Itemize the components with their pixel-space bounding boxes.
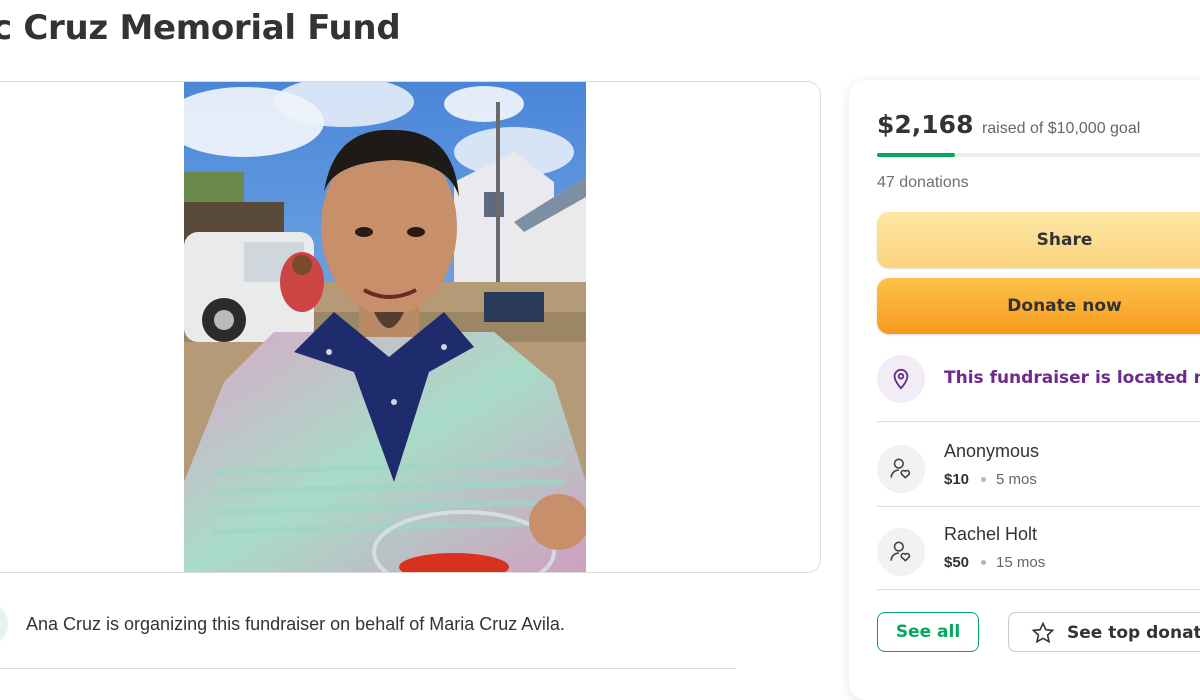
raised-summary: $2,168 raised of $10,000 goal: [877, 110, 1140, 139]
campaign-photo-illustration: [184, 82, 586, 572]
raised-amount: $2,168: [877, 110, 974, 139]
donor-meta: $50 15 mos: [944, 554, 1045, 571]
donor-item: Anonymous $10 5 mos: [877, 441, 1200, 501]
donor-name: Anonymous: [944, 441, 1040, 461]
progress-fill: [877, 153, 956, 157]
divider: [877, 506, 1200, 507]
donor-time: 15 mos: [996, 554, 1046, 571]
divider: [877, 589, 1200, 590]
see-top-donations-button[interactable]: See top donati: [1008, 612, 1200, 652]
donor-name: Rachel Holt: [944, 524, 1038, 544]
location-text: This fundraiser is located nea: [944, 368, 1200, 388]
donate-button-label: Donate now: [1007, 296, 1122, 316]
donate-now-button[interactable]: Donate now: [877, 278, 1200, 334]
organizer-text: Ana Cruz is organizing this fundraiser o…: [26, 614, 565, 634]
share-button-label: Share: [1036, 230, 1093, 250]
see-all-button[interactable]: See all: [877, 612, 979, 652]
page-title: c Cruz Memorial Fund: [0, 8, 401, 48]
location-pin-icon: [877, 355, 925, 403]
location-row[interactable]: This fundraiser is located nea: [877, 355, 1200, 403]
progress-bar: [877, 153, 1200, 157]
organizer-row: Ana Cruz is organizing this fundraiser o…: [0, 602, 736, 669]
organizer-avatar: [0, 604, 8, 644]
star-icon: [1031, 621, 1055, 650]
donor-amount: $50: [944, 554, 970, 571]
donation-count: 47 donations: [877, 174, 969, 191]
donor-heart-icon: [877, 528, 925, 576]
see-top-label: See top donati: [1067, 623, 1200, 643]
share-button[interactable]: Share: [877, 212, 1200, 268]
campaign-photo: [184, 82, 586, 572]
separator-dot: [981, 559, 987, 565]
separator-dot: [981, 476, 987, 482]
donor-heart-icon: [877, 445, 925, 493]
donor-meta: $10 5 mos: [944, 471, 1037, 488]
divider: [877, 421, 1200, 422]
campaign-photo-card: [0, 81, 821, 573]
donor-amount: $10: [944, 471, 970, 488]
donation-sidebar: $2,168 raised of $10,000 goal 47 donatio…: [849, 80, 1200, 700]
goal-text: raised of $10,000 goal: [981, 120, 1141, 137]
donor-item: Rachel Holt $50 15 mos: [877, 524, 1200, 584]
donor-time: 5 mos: [996, 471, 1037, 488]
